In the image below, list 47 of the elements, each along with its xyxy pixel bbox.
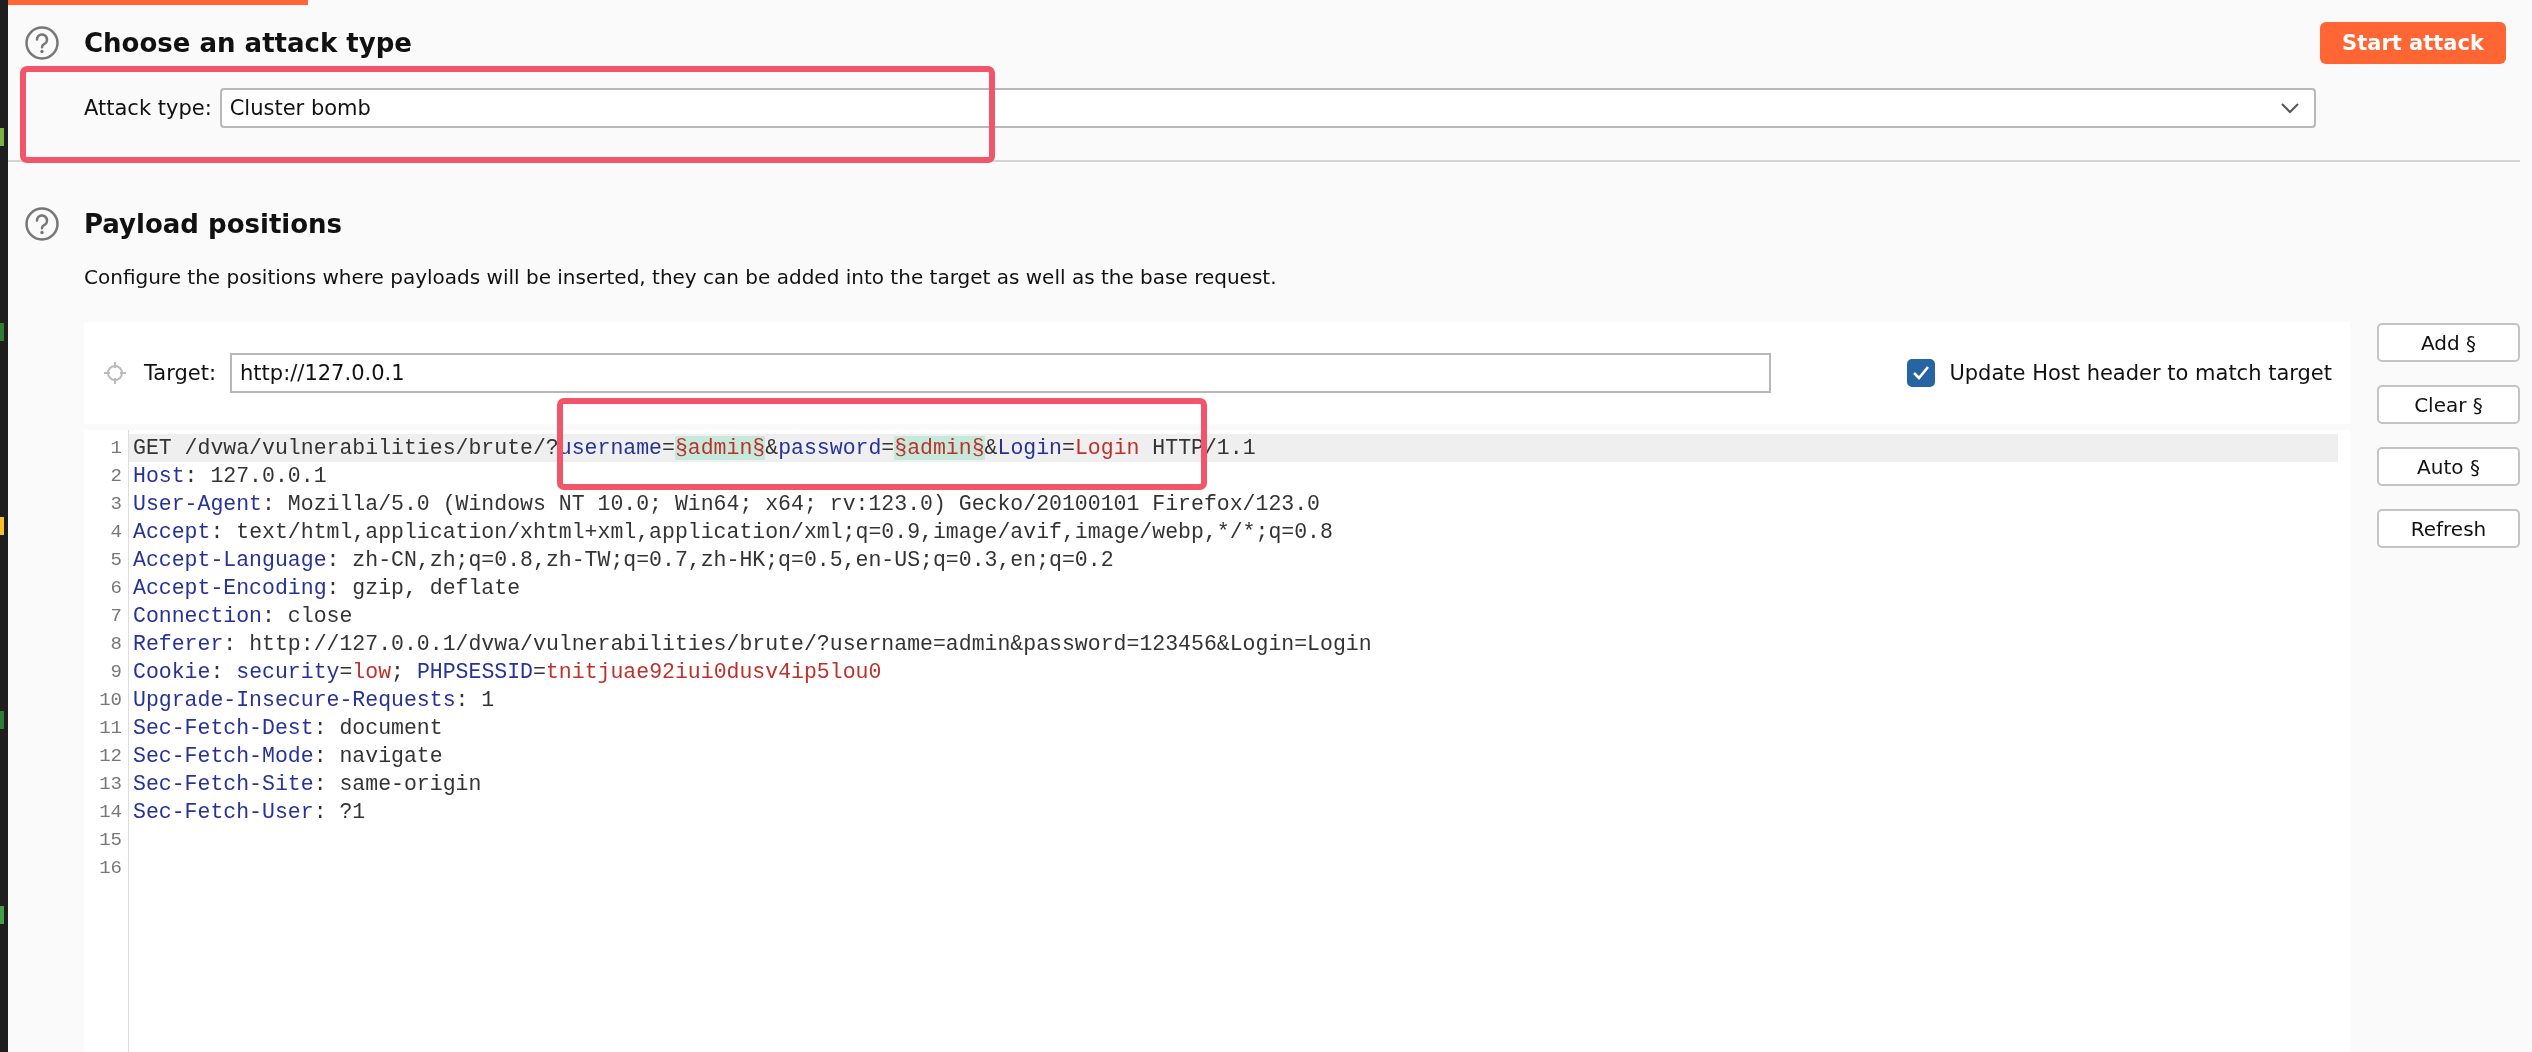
code-line: Referer: http://127.0.0.1/dvwa/vulnerabilities/brute/?username=admin&password=123456&Login=Login — [132, 631, 1373, 658]
attack-type-dropdown[interactable]: Cluster bomb — [219, 88, 2316, 128]
checkbox-label: Update Host header to match target — [1949, 361, 2332, 385]
line-number: 11 — [98, 716, 123, 741]
line-number: 15 — [98, 828, 123, 853]
line-number: 16 — [98, 856, 123, 881]
line-number: 14 — [98, 800, 123, 825]
side-button[interactable]: Auto § — [2377, 447, 2520, 486]
section-title: Payload positions — [84, 209, 343, 239]
line-number: 9 — [109, 660, 123, 685]
line-number: 4 — [109, 520, 123, 545]
code-line: Host: 127.0.0.1 — [132, 463, 328, 490]
target-field[interactable]: http://127.0.0.1 — [230, 353, 1772, 393]
code-line: Sec-Fetch-Mode: navigate — [132, 743, 444, 770]
section-description: Configure the positions where payloads will be inserted, they can be added into the target as well as the base request. — [84, 264, 1278, 290]
crosshair-icon — [104, 362, 126, 384]
line-number: 8 — [109, 632, 123, 657]
code-line: Cookie: security=low; PHPSESSID=tnitjuae92iui0dusv4ip5lou0 — [132, 659, 883, 686]
line-number: 2 — [109, 464, 123, 489]
line-number: 5 — [109, 548, 123, 573]
line-number: 13 — [98, 772, 123, 797]
line-number: 6 — [109, 576, 123, 601]
line-number: 1 — [109, 436, 123, 461]
help-icon[interactable] — [24, 25, 60, 61]
line-number: 7 — [109, 604, 123, 629]
code-line: Upgrade-Insecure-Requests: 1 — [132, 687, 496, 714]
code-line: Sec-Fetch-Dest: document — [132, 715, 444, 742]
section-title: Choose an attack type — [84, 28, 412, 58]
checkbox[interactable] — [1907, 359, 1936, 387]
side-button[interactable]: Refresh — [2377, 509, 2520, 548]
code-line: Accept-Language: zh-CN,zh;q=0.8,zh-TW;q=0.7,zh-HK;q=0.5,en-US;q=0.3,en;q=0.2 — [132, 547, 1115, 574]
line-number: 10 — [98, 688, 123, 713]
line-number: 12 — [98, 744, 123, 769]
code-line: Connection: close — [132, 603, 354, 630]
line-number: 3 — [109, 492, 123, 517]
code-line: Sec-Fetch-User: ?1 — [132, 799, 367, 826]
code-line: Sec-Fetch-Site: same-origin — [132, 771, 483, 798]
code-line: Accept: text/html,application/xhtml+xml,application/xml;q=0.9,image/avif,image/webp,*/*;q=0.8 — [132, 519, 1334, 546]
code-line: User-Agent: Mozilla/5.0 (Windows NT 10.0; Win64; x64; rv:123.0) Gecko/20100101 Firefox/123.0 — [132, 491, 1321, 518]
field-label: Attack type: — [84, 96, 212, 120]
chevron-down-icon — [2279, 102, 2300, 114]
check-icon — [1912, 365, 1931, 381]
field-label: Target: — [144, 361, 217, 385]
code-line: Accept-Encoding: gzip, deflate — [132, 575, 522, 602]
side-button[interactable]: Clear § — [2377, 385, 2520, 424]
help-icon[interactable] — [24, 206, 60, 242]
side-button[interactable]: Add § — [2377, 323, 2520, 362]
